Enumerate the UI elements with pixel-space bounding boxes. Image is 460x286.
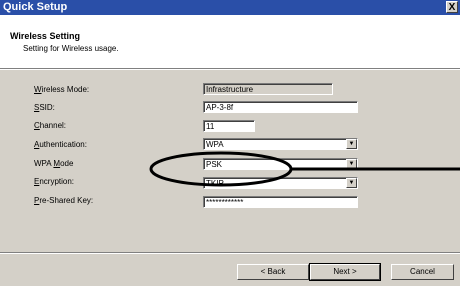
- next-button[interactable]: Next >: [309, 263, 381, 281]
- back-button[interactable]: < Back: [237, 264, 309, 280]
- quick-setup-window: Quick Setup X Wireless Setting Setting f…: [0, 0, 460, 286]
- footer-divider: [0, 252, 460, 254]
- cancel-button[interactable]: Cancel: [391, 264, 454, 280]
- annotation-ellipse: [149, 151, 293, 187]
- annotation-overlay: [149, 151, 460, 187]
